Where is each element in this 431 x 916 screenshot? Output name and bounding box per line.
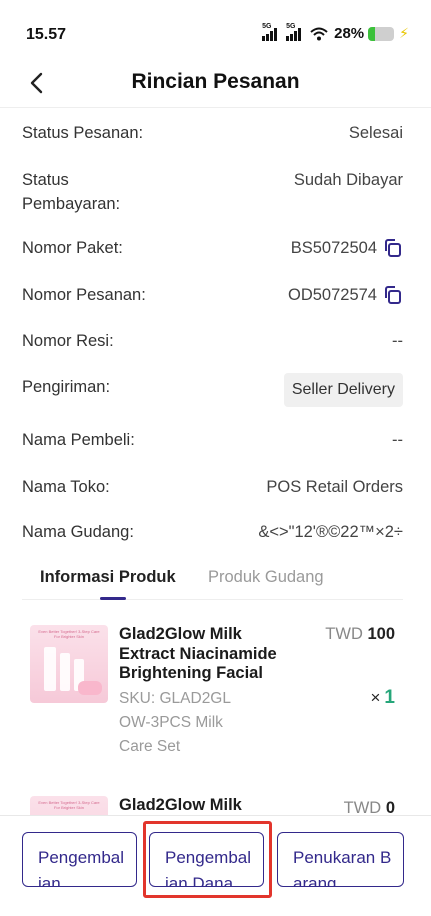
shipping-method-tag: Seller Delivery <box>283 373 403 407</box>
battery-icon <box>368 26 395 41</box>
order-number-value: OD5072574 <box>288 283 403 307</box>
status-icons: 5G 5G 28% ⚡ <box>262 23 409 42</box>
package-number-text: BS5072504 <box>290 239 377 257</box>
wifi-icon <box>310 27 328 40</box>
product-tabs: Informasi Produk Produk Gudang <box>22 560 403 600</box>
return-button[interactable]: Pengembalian <box>22 832 137 887</box>
store-name-row: Nama Toko: POS Retail Orders <box>22 475 403 499</box>
copy-icon[interactable] <box>383 285 403 305</box>
product-item[interactable]: Even Better Together! 3-Step Care For Br… <box>30 625 403 765</box>
payment-status-label: Status Pembayaran: <box>22 171 121 213</box>
tracking-number-value: -- <box>392 332 403 350</box>
payment-status-row: Status Pembayaran: Sudah Dibayar <box>22 168 403 216</box>
order-status-value: Selesai <box>348 124 403 142</box>
highlight-box <box>143 821 272 898</box>
package-number-row: Nomor Paket: BS5072504 <box>22 236 403 260</box>
shipping-row: Pengiriman: Seller Delivery <box>22 373 403 407</box>
copy-icon[interactable] <box>383 238 403 258</box>
active-tab-indicator <box>100 597 126 600</box>
buyer-name-value: -- <box>392 431 403 449</box>
page-title: Rincian Pesanan <box>131 70 300 93</box>
store-name-label: Nama Toko: <box>22 478 110 496</box>
package-number-label: Nomor Paket: <box>22 239 123 257</box>
order-number-row: Nomor Pesanan: OD5072574 <box>22 283 403 307</box>
tab-product-info[interactable]: Informasi Produk <box>40 568 176 587</box>
exchange-button[interactable]: Penukaran Barang <box>277 832 404 887</box>
product-quantity: × 1 <box>370 687 395 708</box>
product-image: Even Better Together! 3-Step Care For Br… <box>30 625 108 703</box>
store-name-value: POS Retail Orders <box>266 478 403 496</box>
warehouse-name-value: &<>"12'®©22™×2÷ <box>258 523 403 541</box>
order-status-row: Status Pesanan: Selesai <box>22 121 403 145</box>
shipping-label: Pengiriman: <box>22 378 111 396</box>
top-app-bar: Rincian Pesanan <box>0 62 431 108</box>
signal-icon: 5G <box>286 23 306 41</box>
warehouse-name-label: Nama Gudang: <box>22 523 134 541</box>
battery-percent: 28% <box>334 25 365 42</box>
order-number-label: Nomor Pesanan: <box>22 286 146 304</box>
product-name: Glad2Glow Milk <box>119 796 242 814</box>
warehouse-name-row: Nama Gudang: &<>"12'®©22™×2÷ <box>22 520 403 544</box>
status-bar: 15.57 5G 5G 28% ⚡ <box>0 0 431 62</box>
shipping-value: Seller Delivery <box>283 373 403 407</box>
clock: 15.57 <box>26 26 67 43</box>
tab-warehouse-product[interactable]: Produk Gudang <box>208 568 324 587</box>
buyer-name-row: Nama Pembeli: -- <box>22 428 403 452</box>
order-number-text: OD5072574 <box>288 286 377 304</box>
product-price: TWD 100 <box>325 625 395 643</box>
package-number-value: BS5072504 <box>291 236 403 260</box>
order-status-label: Status Pesanan: <box>22 124 144 142</box>
buyer-name-label: Nama Pembeli: <box>22 431 135 449</box>
charging-icon: ⚡ <box>399 25 409 41</box>
payment-status-value: Sudah Dibayar <box>293 171 403 189</box>
product-image-caption: Even Better Together! 3-Step Care For Br… <box>38 629 100 639</box>
product-name: Glad2Glow Milk Extract Niacinamide Brigh… <box>119 625 277 682</box>
tracking-number-label: Nomor Resi: <box>22 332 114 350</box>
signal-icon: 5G <box>262 23 282 41</box>
product-sku: SKU: GLAD2GL OW-3PCS Milk Care Set <box>119 690 231 755</box>
product-image-caption: Even Better Together! 3-Step Care For Br… <box>38 800 100 810</box>
tracking-number-row: Nomor Resi: -- <box>22 329 403 353</box>
